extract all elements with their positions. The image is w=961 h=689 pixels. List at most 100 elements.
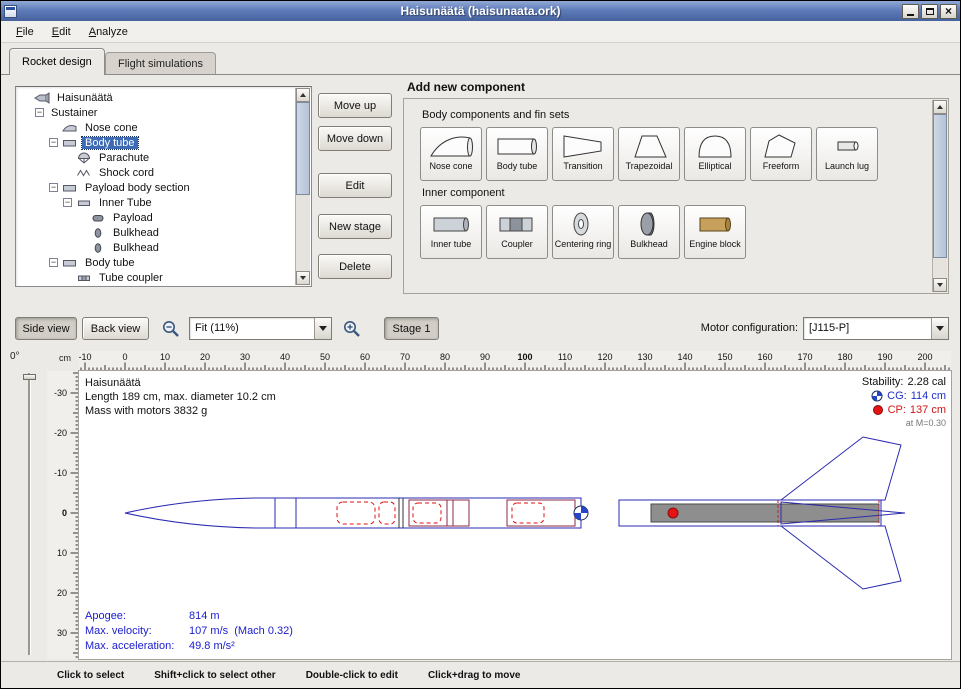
scroll-up-button[interactable] — [933, 100, 947, 114]
dropdown-arrow-icon[interactable] — [314, 318, 331, 339]
scroll-up-button[interactable] — [296, 88, 310, 102]
component-button-transition[interactable]: Transition — [552, 127, 614, 181]
tab-rocket-design[interactable]: Rocket design — [9, 48, 105, 75]
svg-text:50: 50 — [320, 352, 330, 362]
tree-item-haisun-t-[interactable]: Haisunäätä — [17, 90, 295, 105]
side-view-button[interactable]: Side view — [15, 317, 77, 340]
component-button-body-tube[interactable]: Body tube — [486, 127, 548, 181]
delete-button[interactable]: Delete — [318, 254, 392, 279]
zoom-in-button[interactable] — [338, 315, 364, 341]
component-button-label: Centering ring — [555, 239, 612, 249]
rocket-canvas[interactable]: Haisunäätä Length 189 cm, max. diameter … — [79, 371, 951, 659]
zoom-select[interactable]: Fit (11%) — [189, 317, 332, 340]
svg-text:90: 90 — [480, 352, 490, 362]
maximize-icon — [926, 8, 934, 15]
motor-configuration-select[interactable]: [J115-P] — [803, 317, 949, 340]
rotation-slider[interactable] — [28, 373, 31, 655]
collapse-toggle-icon[interactable]: − — [49, 138, 58, 147]
scroll-down-button[interactable] — [296, 271, 310, 285]
component-button-label: Launch lug — [825, 161, 869, 171]
tree-item-bulkhead[interactable]: Bulkhead — [17, 225, 295, 240]
bodytube-icon — [495, 130, 539, 161]
component-button-inner-tube[interactable]: Inner tube — [420, 205, 482, 259]
window-icon[interactable] — [4, 5, 17, 18]
svg-text:30: 30 — [57, 628, 67, 638]
back-view-button[interactable]: Back view — [82, 317, 149, 340]
tree-item-inner-tube[interactable]: −Inner Tube — [17, 195, 295, 210]
scrollbar-thumb[interactable] — [933, 114, 947, 258]
component-button-bulkhead[interactable]: Bulkhead — [618, 205, 680, 259]
transition-icon — [561, 130, 605, 161]
svg-text:20: 20 — [57, 588, 67, 598]
component-button-coupler[interactable]: Coupler — [486, 205, 548, 259]
edit-button[interactable]: Edit — [318, 173, 392, 198]
zoom-out-icon — [161, 319, 180, 338]
component-button-freeform[interactable]: Freeform — [750, 127, 812, 181]
component-button-engine-block[interactable]: Engine block — [684, 205, 746, 259]
tree-scrollbar[interactable] — [295, 88, 310, 285]
rotation-slider-handle[interactable] — [23, 374, 36, 380]
stage-1-toggle[interactable]: Stage 1 — [384, 317, 439, 340]
tree-item-body-tube[interactable]: −Body tube — [17, 135, 295, 150]
menu-edit[interactable]: Edit — [43, 23, 80, 41]
chevron-down-icon — [936, 326, 944, 331]
scrollbar-track[interactable] — [933, 114, 947, 278]
palette-scrollbar[interactable] — [932, 100, 947, 292]
component-button-label: Nose cone — [429, 161, 472, 171]
component-button-trapezoidal[interactable]: Trapezoidal — [618, 127, 680, 181]
menu-file[interactable]: File — [7, 23, 43, 41]
zoom-select-value: Fit (11%) — [190, 318, 314, 339]
stability-legend: Stability: 2.28 cal CG: 114 cm CP: 137 c… — [862, 375, 946, 429]
move-down-button[interactable]: Move down — [318, 126, 392, 151]
scroll-down-button[interactable] — [933, 278, 947, 292]
tree-item-sustainer[interactable]: −Sustainer — [17, 105, 295, 120]
bulkhead-icon — [90, 242, 107, 254]
max-velocity-label: Max. velocity: — [85, 624, 181, 639]
component-button-label: Transition — [563, 161, 602, 171]
component-button-label: Inner tube — [431, 239, 472, 249]
menu-analyze[interactable]: Analyze — [80, 23, 137, 41]
scrollbar-thumb[interactable] — [296, 102, 310, 195]
collapse-toggle-icon[interactable]: − — [49, 183, 58, 192]
tree-item-body-tube[interactable]: −Body tube — [17, 255, 295, 270]
component-button-row: Inner tube Coupler Centering ring BulkheadE… — [420, 205, 932, 259]
tree-item-tube-coupler[interactable]: Tube coupler — [17, 270, 295, 285]
tab-flight-simulations[interactable]: Flight simulations — [105, 52, 216, 75]
component-button-centering-ring[interactable]: Centering ring — [552, 205, 614, 259]
component-sections: Body components and fin setsNose coneBod… — [404, 99, 932, 293]
svg-text:110: 110 — [558, 352, 572, 362]
shockcord-icon — [76, 167, 93, 179]
maximize-button[interactable] — [921, 4, 938, 19]
tree-item-payload-body-section[interactable]: −Payload body section — [17, 180, 295, 195]
svg-text:40: 40 — [280, 352, 290, 362]
component-button-label: Trapezoidal — [626, 161, 673, 171]
svg-text:10: 10 — [57, 548, 67, 558]
top-ruler: -100102030405060708090100110120130140150… — [79, 351, 951, 371]
left-ruler: -30-20-100102030 — [47, 371, 79, 659]
component-button-nose-cone[interactable]: Nose cone — [420, 127, 482, 181]
tab-label: Rocket design — [22, 56, 92, 68]
collapse-toggle-icon[interactable]: − — [63, 198, 72, 207]
new-stage-button[interactable]: New stage — [318, 214, 392, 239]
zoom-out-button[interactable] — [157, 315, 183, 341]
component-tree[interactable]: Haisunäätä−SustainerNose cone−Body tubeP… — [15, 86, 312, 287]
rocket-mass: Mass with motors 3832 g — [85, 404, 276, 418]
dropdown-arrow-icon[interactable] — [931, 318, 948, 339]
component-button-elliptical[interactable]: Elliptical — [684, 127, 746, 181]
component-button-launch-lug[interactable]: Launch lug — [816, 127, 878, 181]
apogee-value: 814 m — [189, 609, 293, 624]
svg-text:200: 200 — [917, 352, 932, 362]
minimize-button[interactable] — [902, 4, 919, 19]
collapse-toggle-icon[interactable]: − — [35, 108, 44, 117]
scrollbar-track[interactable] — [296, 102, 310, 271]
tree-item-bulkhead[interactable]: Bulkhead — [17, 240, 295, 255]
titlebar: Haisunäätä (haisunaata.ork) × — [1, 1, 960, 21]
tree-item-parachute[interactable]: Parachute — [17, 150, 295, 165]
tree-item-nose-cone[interactable]: Nose cone — [17, 120, 295, 135]
tree-item-payload[interactable]: Payload — [17, 210, 295, 225]
move-up-button[interactable]: Move up — [318, 93, 392, 118]
collapse-toggle-icon[interactable]: − — [49, 258, 58, 267]
tree-item-shock-cord[interactable]: Shock cord — [17, 165, 295, 180]
close-button[interactable]: × — [940, 4, 957, 19]
trapezoidal-icon — [627, 130, 671, 161]
